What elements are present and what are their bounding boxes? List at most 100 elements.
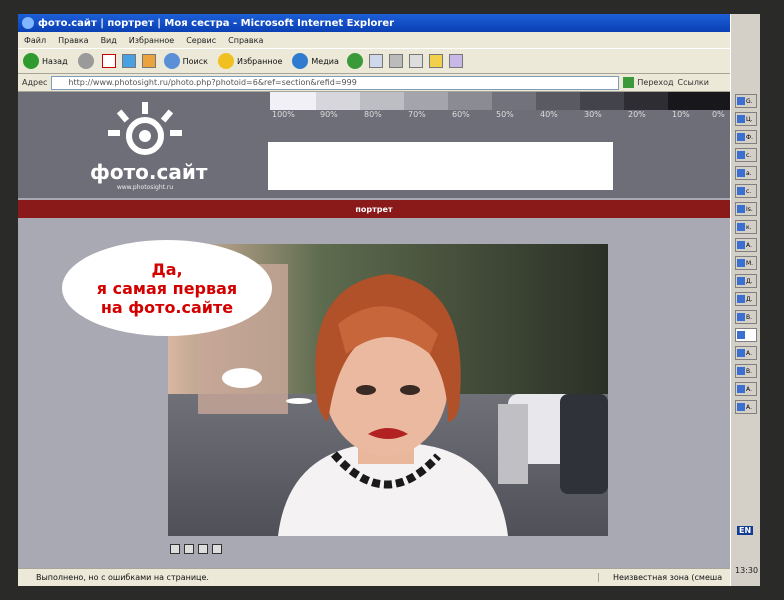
- search-button[interactable]: Поиск: [162, 51, 210, 71]
- stop-icon[interactable]: [101, 54, 116, 68]
- pencil-tool-icon[interactable]: [212, 544, 222, 554]
- gray-label: 80%: [364, 110, 382, 119]
- forward-button[interactable]: [76, 51, 96, 71]
- task-item[interactable]: В.: [735, 310, 757, 324]
- gray-swatch: [360, 92, 404, 110]
- task-icon: [737, 331, 745, 339]
- task-label: к.: [746, 223, 752, 231]
- task-icon: [737, 367, 745, 375]
- gray-swatch: [270, 92, 316, 110]
- edit-icon[interactable]: [408, 54, 423, 68]
- bubble-line: Да,: [151, 259, 183, 279]
- print-icon[interactable]: [388, 54, 403, 68]
- gray-label: 40%: [540, 110, 558, 119]
- ad-banner[interactable]: [268, 142, 613, 190]
- task-item[interactable]: А.: [735, 238, 757, 252]
- task-item[interactable]: А.: [735, 400, 757, 414]
- web-page: фото.сайт www.photosight.ru 100% 90% 80%…: [18, 92, 730, 568]
- task-item[interactable]: с.: [735, 148, 757, 162]
- task-label: G.: [746, 97, 753, 105]
- back-button[interactable]: Назад: [21, 51, 70, 71]
- gray-swatch: [448, 92, 492, 110]
- task-item[interactable]: к.: [735, 220, 757, 234]
- bubble-line: я самая первая: [96, 278, 238, 298]
- gray-label: 90%: [320, 110, 338, 119]
- menu-favorites[interactable]: Избранное: [129, 36, 174, 45]
- menu-view[interactable]: Вид: [101, 36, 117, 45]
- task-label: а.: [746, 169, 752, 177]
- task-item[interactable]: В.: [735, 364, 757, 378]
- favorites-button[interactable]: Избранное: [216, 51, 284, 71]
- task-item[interactable]: М.: [735, 256, 757, 270]
- task-icon: [737, 313, 745, 321]
- menu-help[interactable]: Справка: [228, 36, 263, 45]
- task-item[interactable]: Ф.: [735, 130, 757, 144]
- task-item[interactable]: а.: [735, 166, 757, 180]
- speech-bubble: Да, я самая первая на фото.сайте: [62, 240, 272, 336]
- gray-swatch: [316, 92, 360, 110]
- home-icon[interactable]: [141, 54, 156, 68]
- task-item[interactable]: G.: [735, 94, 757, 108]
- clock: 13:30: [735, 566, 759, 575]
- section-bar[interactable]: портрет: [18, 200, 730, 218]
- language-indicator[interactable]: EN: [737, 526, 754, 535]
- window-title-bar[interactable]: фото.сайт | портрет | Моя сестра - Micro…: [18, 14, 730, 32]
- status-bar: Выполнено, но с ошибками на странице. Не…: [18, 568, 730, 586]
- task-item[interactable]: Is.: [735, 202, 757, 216]
- task-item[interactable]: Д.: [735, 292, 757, 306]
- logo-url: www.photosight.ru: [116, 184, 174, 191]
- go-button[interactable]: Переход: [623, 77, 674, 88]
- fit-tool-icon[interactable]: [184, 544, 194, 554]
- zoom-tool-icon[interactable]: [170, 544, 180, 554]
- search-label: Поиск: [182, 56, 208, 66]
- task-item[interactable]: А.: [735, 346, 757, 360]
- menu-bar: Файл Правка Вид Избранное Сервис Справка: [18, 32, 730, 48]
- bubble-tail-dot: [222, 368, 262, 388]
- gray-swatch: [536, 92, 580, 110]
- task-label: М.: [746, 259, 754, 267]
- logo-text: фото.сайт: [90, 160, 208, 184]
- task-item[interactable]: Ц.: [735, 112, 757, 126]
- photo-tools: [170, 544, 222, 554]
- task-item-active[interactable]: [735, 328, 757, 342]
- site-logo[interactable]: фото.сайт www.photosight.ru: [90, 100, 208, 192]
- address-input[interactable]: [51, 75, 620, 90]
- task-label: А.: [746, 241, 753, 249]
- media-button[interactable]: Медиа: [290, 51, 340, 71]
- task-icon: [737, 241, 745, 249]
- star-icon: [217, 53, 234, 69]
- task-item[interactable]: Д.: [735, 274, 757, 288]
- back-label: Назад: [42, 56, 68, 66]
- task-icon: [737, 133, 745, 141]
- toolbar: Назад Поиск Избранное Медиа: [18, 48, 730, 74]
- mail-icon[interactable]: [368, 54, 383, 68]
- gray-swatch: [580, 92, 624, 110]
- menu-tools[interactable]: Сервис: [186, 36, 216, 45]
- task-item[interactable]: с.: [735, 184, 757, 198]
- status-text: Выполнено, но с ошибками на странице.: [36, 573, 209, 582]
- gray-label: 20%: [628, 110, 646, 119]
- task-label: Д.: [746, 295, 753, 303]
- task-item[interactable]: А.: [735, 382, 757, 396]
- security-zone: Неизвестная зона (смеша: [598, 573, 722, 582]
- screen: фото.сайт | портрет | Моя сестра - Micro…: [18, 14, 760, 586]
- history-icon[interactable]: [346, 53, 363, 69]
- menu-edit[interactable]: Правка: [58, 36, 88, 45]
- address-bar: Адрес Переход Ссылки: [18, 74, 730, 92]
- task-icon: [737, 169, 745, 177]
- gray-swatch: [668, 92, 730, 110]
- forward-arrow-icon: [77, 53, 94, 69]
- grid-tool-icon[interactable]: [198, 544, 208, 554]
- window-title: фото.сайт | портрет | Моя сестра - Micro…: [38, 17, 395, 29]
- menu-file[interactable]: Файл: [24, 36, 46, 45]
- task-label: Is.: [746, 205, 753, 213]
- task-label: А.: [746, 385, 753, 393]
- bubble-tail-dot: [286, 398, 312, 404]
- folder-icon[interactable]: [428, 54, 443, 68]
- gray-label: 70%: [408, 110, 426, 119]
- task-label: Ф.: [746, 133, 754, 141]
- messenger-icon[interactable]: [448, 54, 463, 68]
- site-header: фото.сайт www.photosight.ru 100% 90% 80%…: [18, 92, 730, 198]
- links-button[interactable]: Ссылки: [678, 78, 709, 87]
- refresh-icon[interactable]: [121, 54, 136, 68]
